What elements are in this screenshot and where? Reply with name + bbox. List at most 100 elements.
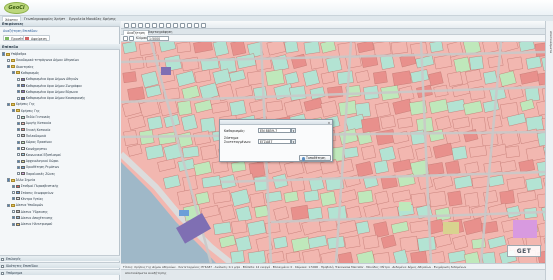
tree-layer[interactable]: Γενική Κατοικία — [17, 128, 50, 133]
city-block[interactable] — [481, 251, 497, 263]
tree-layer[interactable]: Αρχαιολογικοί Χώροι — [17, 159, 59, 164]
tree-layer[interactable]: Καθορισμένα όρια Δήμου Βύρωνα — [17, 90, 78, 95]
city-block[interactable] — [230, 250, 245, 263]
search-label[interactable]: Αναζήτηση Επιπέδου — [3, 29, 37, 33]
city-block[interactable] — [229, 99, 247, 117]
city-block[interactable] — [361, 145, 377, 160]
city-block[interactable] — [373, 159, 389, 175]
landmark-pink[interactable] — [513, 220, 537, 238]
city-block[interactable] — [273, 236, 289, 250]
print-icon[interactable] — [166, 22, 171, 28]
tree-layer[interactable]: Δίκτυο Αποχέτευσης — [12, 216, 53, 221]
scale-select[interactable]: 1:5000 — [147, 36, 169, 41]
pan-right-icon[interactable] — [129, 36, 134, 41]
city-block[interactable] — [213, 221, 232, 236]
layer-checkbox[interactable] — [7, 58, 11, 62]
city-block[interactable] — [410, 129, 426, 146]
city-block[interactable] — [464, 192, 480, 208]
city-block[interactable] — [247, 250, 267, 263]
city-block[interactable] — [285, 251, 301, 263]
layer-checkbox[interactable] — [17, 172, 21, 176]
park-area[interactable] — [399, 202, 411, 211]
tree-layer[interactable]: Χώρος Πρασίνου — [17, 140, 52, 145]
layer-checkbox[interactable] — [7, 65, 11, 69]
layer-checkbox[interactable] — [12, 184, 16, 188]
city-block[interactable] — [177, 189, 193, 206]
city-block[interactable] — [361, 116, 381, 133]
layer-checkbox[interactable] — [17, 115, 21, 119]
city-block[interactable] — [127, 86, 145, 102]
tree-folder[interactable]: Ιδιοκτησίες — [7, 65, 34, 70]
city-block[interactable] — [451, 145, 468, 161]
place-button[interactable]: Τοποθέτηση — [299, 155, 331, 161]
layer-checkbox[interactable] — [7, 102, 11, 106]
tree-layer[interactable]: Στάσεις Λεωφορείων — [12, 191, 53, 196]
layer-checkbox[interactable] — [17, 90, 21, 94]
city-block[interactable] — [429, 42, 444, 53]
city-block[interactable] — [447, 190, 463, 207]
tree-folder[interactable]: Καθορισμός — [12, 71, 39, 76]
layer-checkbox[interactable] — [12, 71, 16, 75]
city-block[interactable] — [410, 250, 428, 263]
layer-checkbox[interactable] — [17, 77, 21, 81]
city-block[interactable] — [147, 115, 163, 131]
city-block[interactable] — [290, 204, 310, 221]
pan-left-icon[interactable] — [123, 36, 128, 41]
city-block[interactable] — [249, 192, 266, 208]
tree-layer[interactable]: Κοινόχρηστοι — [17, 147, 47, 152]
layer-checkbox[interactable] — [17, 121, 21, 125]
city-block[interactable] — [427, 162, 445, 176]
city-block[interactable] — [453, 56, 471, 74]
close-icon[interactable]: × — [327, 121, 331, 125]
city-block[interactable] — [447, 71, 463, 87]
tree-layer[interactable]: Πολεοδομικά — [17, 134, 46, 139]
city-block[interactable] — [380, 115, 396, 129]
crs-field[interactable]: ΕΓΣΑ87 — [258, 139, 291, 144]
measure-icon[interactable] — [152, 22, 157, 28]
layer-checkbox[interactable] — [12, 209, 16, 214]
city-block[interactable] — [234, 235, 252, 253]
city-block[interactable] — [374, 101, 391, 118]
tree-layer[interactable]: Δίκτυο Ύδρευσης — [12, 210, 48, 215]
layer-checkbox[interactable] — [17, 128, 21, 132]
city-block[interactable] — [357, 189, 374, 204]
city-block[interactable] — [505, 145, 520, 159]
city-block[interactable] — [344, 235, 361, 249]
chevron-down-icon[interactable]: ▾ — [291, 139, 296, 144]
city-block[interactable] — [128, 56, 145, 70]
layer-checkbox[interactable] — [2, 52, 6, 56]
layer-checkbox[interactable] — [17, 96, 21, 100]
city-block[interactable] — [289, 85, 307, 101]
tree-layer[interactable]: Κέντρα Υγείας — [12, 197, 43, 202]
city-block[interactable] — [122, 71, 137, 84]
city-block[interactable] — [481, 132, 499, 147]
layer-checkbox[interactable] — [12, 197, 16, 201]
landmark-blue[interactable] — [179, 210, 189, 216]
city-block[interactable] — [230, 42, 247, 56]
layer-checkbox[interactable] — [17, 159, 21, 163]
city-block[interactable] — [525, 56, 542, 70]
layer-checkbox[interactable] — [17, 140, 21, 144]
footer-layer-properties[interactable]: Ιδιότητες Επιπέδου — [0, 262, 120, 268]
remove-layer-button[interactable]: Αφαίρεση — [23, 35, 50, 41]
map-canvas[interactable]: GET — [121, 42, 545, 263]
undo-icon[interactable] — [173, 22, 178, 28]
tree-layer[interactable]: Δίκτυο Ηλεκτρισμού — [12, 222, 52, 227]
landmark-yellow[interactable] — [443, 222, 459, 234]
tree-layer[interactable]: Αμιγής Κατοικία — [17, 121, 51, 126]
layer-checkbox[interactable] — [17, 165, 21, 169]
layer-checkbox[interactable] — [7, 203, 11, 207]
app-logo[interactable]: GeoCi — [4, 2, 29, 14]
home-icon[interactable] — [201, 22, 206, 28]
city-block[interactable] — [319, 190, 337, 207]
tree-folder[interactable]: Άλλα Σημεία — [7, 178, 35, 183]
city-block[interactable] — [182, 145, 200, 159]
city-block[interactable] — [451, 205, 471, 221]
city-block[interactable] — [373, 42, 392, 57]
tree-folder[interactable]: Υπόβαθρα — [2, 52, 26, 57]
layers-icon[interactable] — [187, 22, 192, 28]
layer-checkbox[interactable] — [12, 216, 16, 220]
city-block[interactable] — [264, 221, 281, 234]
city-block[interactable] — [231, 219, 248, 234]
tree-layer[interactable]: Καθορισμένα όρια Δήμου Ζωγράφου — [17, 84, 82, 89]
